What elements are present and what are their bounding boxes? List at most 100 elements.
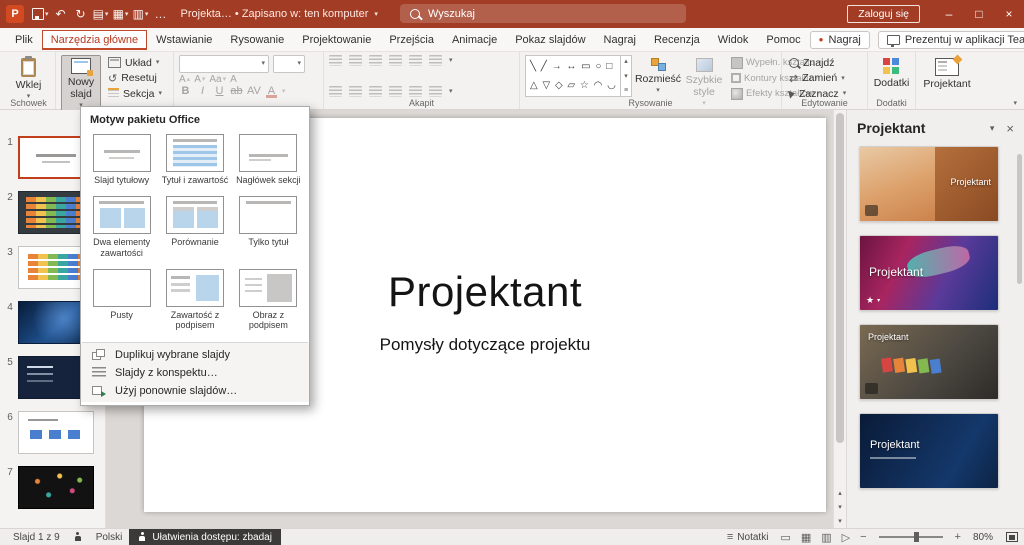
gallery-up-icon[interactable]: ▴ — [624, 58, 628, 65]
zoom-slider-knob[interactable] — [913, 532, 919, 542]
zoom-level[interactable]: 80% — [966, 532, 1000, 543]
layout-option-title-content[interactable]: Tytuł i zawartość — [159, 131, 230, 188]
tab-widok[interactable]: Widok — [709, 30, 758, 50]
slide-thumbnail-image[interactable] — [18, 466, 94, 509]
accessibility-check-badge[interactable]: Ułatwienia dostępu: zbadaj — [129, 529, 281, 545]
accessibility-person-icon[interactable] — [67, 532, 89, 542]
close-button[interactable]: × — [994, 0, 1024, 28]
tab-rysowanie[interactable]: Rysowanie — [221, 30, 293, 50]
shrink-font-button[interactable]: A ▾ — [194, 74, 205, 85]
menu-item-reuse-slides[interactable]: Użyj ponownie slajdów… — [81, 382, 309, 400]
arrange-button[interactable]: Rozmieść ▾ — [635, 55, 681, 97]
grow-font-button[interactable]: A ▴ — [179, 74, 190, 85]
indent-increase-icon[interactable] — [389, 55, 402, 66]
notes-toggle[interactable]: ≡ Notatki — [720, 531, 776, 543]
tab-pokaz-slajdow[interactable]: Pokaz slajdów — [506, 30, 594, 50]
tab-nagraj[interactable]: Nagraj — [595, 30, 645, 50]
designer-close-icon[interactable]: × — [1006, 122, 1014, 135]
design-suggestion-3[interactable]: Projektant — [859, 324, 999, 400]
tab-wstawianie[interactable]: Wstawianie — [147, 30, 221, 50]
tab-przejscia[interactable]: Przejścia — [380, 30, 443, 50]
slideshow-button[interactable]: ▷ — [837, 531, 855, 544]
layout-button[interactable]: Układ ▾ — [106, 55, 164, 70]
search-box[interactable]: Wyszukaj — [400, 4, 686, 23]
redo-button[interactable]: ↻ — [73, 2, 89, 26]
text-direction-icon[interactable] — [429, 55, 442, 66]
scrollbar-thumb[interactable] — [836, 113, 844, 443]
quick-access-1-button[interactable]: ▤ ▾ — [93, 2, 109, 26]
gallery-down-icon[interactable]: ▾ — [624, 73, 628, 80]
menu-item-slides-from-outline[interactable]: Slajdy z konspektu… — [81, 364, 309, 382]
clear-formatting-button[interactable]: A — [230, 74, 237, 85]
italic-button[interactable]: I — [196, 85, 209, 97]
scroll-down-icon[interactable]: ▾ — [838, 518, 842, 525]
document-title[interactable]: Projekta… • Zapisano w: ten komputer — [181, 8, 369, 20]
quick-access-3-button[interactable]: ▥ ▾ — [133, 2, 149, 26]
shapes-gallery[interactable]: ╲ ╱ → ↔ ▭ ○ □ △ ▽ ◇ ▱ ☆ ◠ ◡ ▴ ▾ ≡ — [525, 55, 632, 97]
section-button[interactable]: Sekcja ▾ — [106, 86, 164, 101]
slide-thumbnail-6[interactable]: 6 — [2, 411, 105, 454]
layout-option-content-caption[interactable]: Zawartość z podpisem — [159, 266, 230, 334]
reset-button[interactable]: ↺ Resetuj — [106, 71, 164, 86]
minimize-button[interactable]: – — [934, 0, 964, 28]
designer-scrollbar[interactable] — [1017, 154, 1022, 284]
align-right-icon[interactable] — [369, 86, 382, 97]
menu-item-duplicate-slides[interactable]: Duplikuj wybrane slajdy — [81, 346, 309, 364]
tab-projektowanie[interactable]: Projektowanie — [293, 30, 380, 50]
undo-button[interactable]: ↶ — [53, 2, 69, 26]
zoom-out-button[interactable]: − — [855, 531, 871, 543]
gallery-more-icon[interactable]: ≡ — [624, 87, 628, 94]
character-spacing-button[interactable]: AV — [247, 85, 261, 97]
underline-button[interactable]: U — [213, 85, 226, 97]
save-button[interactable]: ▾ — [32, 2, 49, 26]
smartart-convert-icon[interactable] — [429, 86, 442, 97]
language-indicator[interactable]: Polski — [89, 532, 130, 543]
paste-button[interactable]: Wklej ▾ — [13, 55, 45, 103]
slide-thumbnail-7[interactable]: 7 — [2, 466, 105, 509]
record-button[interactable]: ● Nagraj — [809, 30, 870, 49]
font-size-select[interactable]: ▾ — [273, 55, 305, 73]
collapse-ribbon-icon[interactable]: ▾ — [1013, 100, 1017, 107]
slide-sorter-view-button[interactable]: ▦ — [796, 531, 816, 544]
previous-slide-icon[interactable]: ▴ — [838, 490, 842, 497]
next-slide-icon[interactable]: ▾ — [838, 504, 842, 511]
design-suggestion-4[interactable]: Projektant — [859, 413, 999, 489]
addins-button[interactable]: Dodatki — [871, 55, 913, 92]
layout-option-picture-caption[interactable]: Obraz z podpisem — [233, 266, 304, 334]
font-color-button[interactable]: A — [265, 85, 278, 98]
canvas-scrollbar[interactable]: ▴ ▾ ▾ — [833, 110, 846, 528]
bold-button[interactable]: B — [179, 85, 192, 97]
chevron-down-icon[interactable]: ▾ — [374, 11, 378, 18]
layout-option-title-only[interactable]: Tylko tytuł — [233, 193, 304, 261]
new-slide-button[interactable]: Nowy slajd ▾ — [61, 55, 101, 113]
designer-button[interactable]: Projektant — [920, 55, 973, 93]
customize-toolbar-button[interactable]: … — [153, 2, 169, 26]
replace-button[interactable]: ⇄ Zamień ▾ — [787, 71, 848, 86]
tab-pomoc[interactable]: Pomoc — [757, 30, 809, 50]
layout-option-comparison[interactable]: Porównanie — [159, 193, 230, 261]
columns-icon[interactable] — [409, 86, 422, 97]
maximize-button[interactable]: □ — [964, 0, 994, 28]
design-suggestion-2[interactable]: Projektant ★ ▾ — [859, 235, 999, 311]
strikethrough-button[interactable]: ab — [230, 85, 243, 97]
quick-access-2-button[interactable]: ▦ ▾ — [113, 2, 129, 26]
slide-thumbnail-image[interactable] — [18, 411, 94, 454]
layout-option-section-header[interactable]: Nagłówek sekcji — [233, 131, 304, 188]
fit-to-window-button[interactable] — [1006, 532, 1018, 542]
align-center-icon[interactable] — [349, 86, 362, 97]
font-name-select[interactable]: ▾ — [179, 55, 269, 73]
design-suggestion-1[interactable]: Projektant — [859, 146, 999, 222]
tab-animacje[interactable]: Animacje — [443, 30, 506, 50]
find-button[interactable]: Znajdź — [787, 55, 848, 70]
designer-collapse-icon[interactable]: ▾ — [990, 123, 995, 133]
change-case-button[interactable]: Aa ▾ — [209, 74, 226, 85]
present-in-teams-button[interactable]: Prezentuj w aplikacji Teams — [877, 30, 1024, 49]
layout-option-blank[interactable]: Pusty — [86, 266, 157, 334]
reading-view-button[interactable]: ▥ — [816, 531, 836, 544]
powerpoint-logo-icon[interactable]: P — [6, 5, 24, 23]
normal-view-button[interactable]: ▭ — [775, 531, 795, 544]
layout-option-title-slide[interactable]: Slajd tytułowy — [86, 131, 157, 188]
bullets-icon[interactable] — [329, 55, 342, 66]
line-spacing-icon[interactable] — [409, 55, 422, 66]
sign-in-button[interactable]: Zaloguj się — [847, 5, 920, 23]
